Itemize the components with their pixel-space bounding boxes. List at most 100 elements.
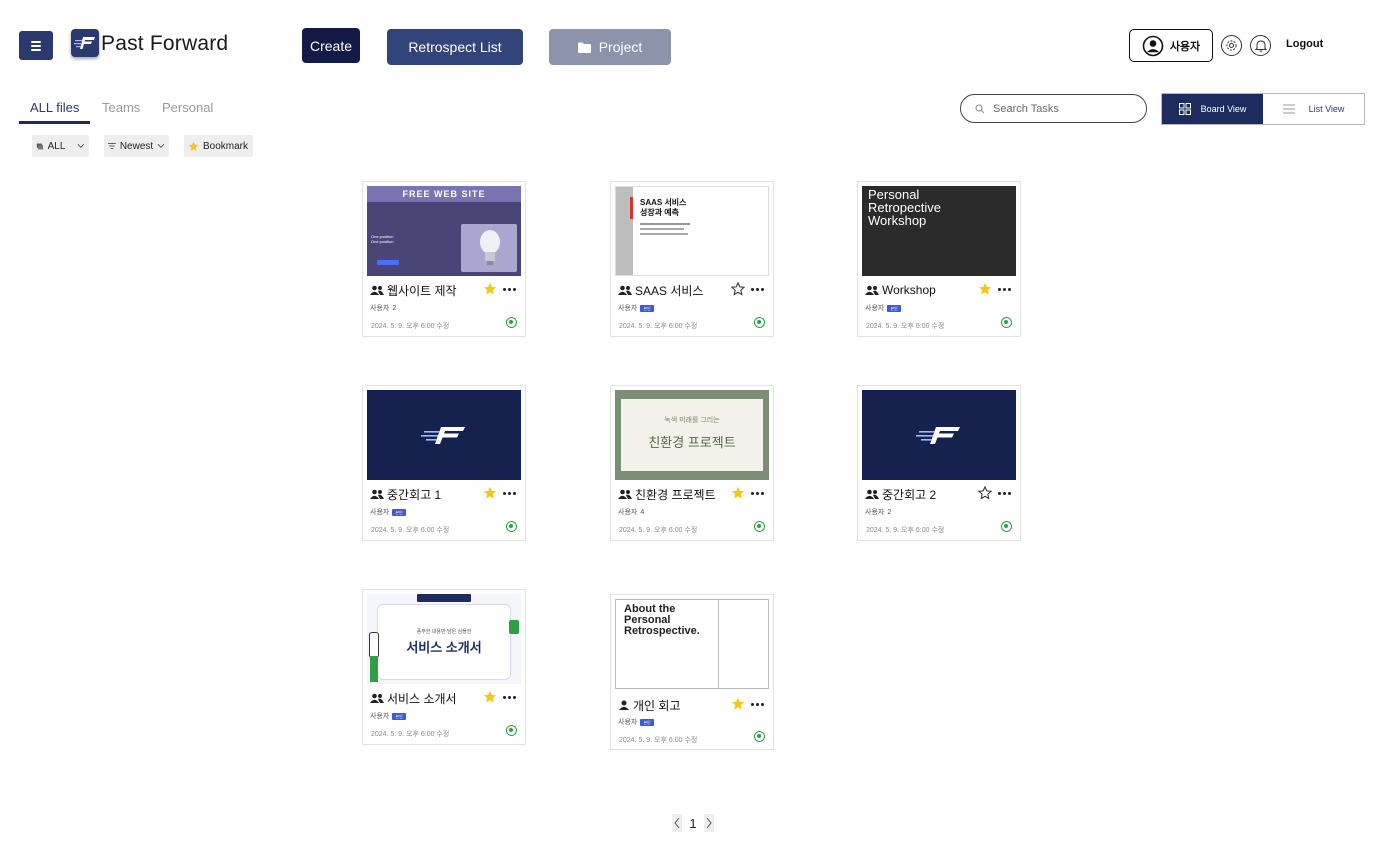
bell-icon	[1254, 40, 1267, 52]
thumbnail-subtitle: One position One position	[371, 234, 394, 244]
tab-teams[interactable]: Teams	[102, 100, 140, 115]
next-page-button[interactable]	[704, 814, 714, 832]
thumbnail-heading: About the Personal Retrospective.	[624, 603, 700, 637]
app-title: Past Forward	[101, 32, 229, 55]
folder-icon	[577, 42, 591, 53]
project-card[interactable]: SAAS 서비스 성장과 예측 SAAS 서비스 사용자 본인 2024. 5. …	[610, 181, 774, 337]
progress-status-icon	[754, 317, 765, 328]
progress-status-icon	[506, 317, 517, 328]
project-button[interactable]: Project	[549, 29, 671, 65]
team-icon	[370, 693, 384, 703]
app-logo-icon[interactable]	[71, 29, 99, 57]
notifications-button[interactable]	[1250, 35, 1271, 56]
project-card[interactable]: 중간회고 2 사용자 2 2024. 5. 9. 오후 6:00 수정	[857, 385, 1021, 541]
owner-badge: 본인	[640, 304, 654, 312]
menu-icon-bar	[31, 44, 41, 47]
tab-personal[interactable]: Personal	[162, 100, 213, 115]
more-options-icon[interactable]	[998, 287, 1011, 291]
card-thumbnail: 녹색 미래를 그리는 친환경 프로젝트	[615, 390, 769, 480]
project-card[interactable]: 녹색 미래를 그리는 친환경 프로젝트 친환경 프로젝트 사용자 4 2024. …	[610, 385, 774, 541]
list-view-button[interactable]: List View	[1263, 94, 1364, 124]
thumbnail-subtitle: 풍부한 내용만 담은 심플한	[416, 629, 472, 635]
card-owner: 사용자	[618, 509, 638, 516]
user-name: 사용자	[1169, 40, 1201, 53]
card-date: 2024. 5. 9. 오후 6:00 수정	[371, 731, 450, 738]
card-owner: 사용자	[865, 509, 885, 516]
menu-icon-bar	[31, 48, 41, 51]
chevron-down-icon	[77, 144, 85, 148]
board-view-button[interactable]: Board View	[1162, 94, 1263, 124]
card-owner: 사용자	[618, 719, 638, 726]
project-card[interactable]: FREE WEB SITE One position One position …	[362, 181, 526, 337]
card-title: Workshop	[882, 283, 936, 297]
list-icon	[1282, 104, 1295, 114]
menu-icon-bar	[31, 40, 41, 43]
settings-button[interactable]	[1221, 35, 1242, 56]
card-title: 중간회고 1	[387, 487, 442, 502]
card-title: 중간회고 2	[882, 487, 937, 502]
search-box[interactable]	[960, 94, 1147, 123]
bookmark-filter-button[interactable]: Bookmark	[184, 135, 253, 157]
progress-status-icon	[1001, 317, 1012, 328]
person-icon	[619, 700, 629, 710]
star-filled-icon[interactable]	[731, 486, 745, 500]
scope-filter-value: ALL	[47, 140, 66, 152]
project-card[interactable]: 중간회고 1 사용자 본인 2024. 5. 9. 오후 6:00 수정	[362, 385, 526, 541]
star-filled-icon[interactable]	[731, 697, 745, 711]
illustration-person	[509, 620, 519, 634]
prev-page-button[interactable]	[672, 814, 682, 832]
more-options-icon[interactable]	[998, 491, 1011, 495]
more-options-icon[interactable]	[751, 702, 764, 706]
star-filled-icon[interactable]	[483, 282, 497, 296]
board-view-label: Board View	[1200, 104, 1247, 114]
more-options-icon[interactable]	[503, 695, 516, 699]
project-card[interactable]: 풍부한 내용만 담은 심플한 서비스 소개서 서비스 소개서 사용자 본인 202…	[362, 589, 526, 745]
scope-filter-dropdown[interactable]: ALL	[32, 135, 89, 157]
card-title: 친환경 프로젝트	[635, 487, 716, 502]
card-date: 2024. 5. 9. 오후 6:00 수정	[619, 323, 698, 330]
chevron-left-icon	[674, 817, 680, 829]
star-filled-icon[interactable]	[978, 282, 992, 296]
search-input[interactable]	[993, 102, 1133, 115]
card-owner: 사용자	[865, 305, 885, 312]
star-outline-icon[interactable]	[978, 486, 992, 500]
star-filled-icon[interactable]	[483, 690, 497, 704]
team-icon	[618, 285, 632, 295]
more-options-icon[interactable]	[503, 491, 516, 495]
menu-button[interactable]	[19, 31, 53, 60]
card-thumbnail: About the Personal Retrospective.	[615, 599, 769, 689]
lightbulb-icon	[480, 230, 500, 265]
card-thumbnail: Personal Retropective Workshop	[862, 186, 1016, 276]
search-icon	[975, 104, 985, 113]
thumbnail-heading: FREE WEB SITE	[367, 186, 521, 202]
more-options-icon[interactable]	[751, 287, 764, 291]
project-button-label: Project	[598, 39, 643, 55]
page-number[interactable]: 1	[686, 816, 700, 831]
logout-button[interactable]: Logout	[1286, 38, 1323, 50]
gear-icon	[1226, 40, 1237, 51]
logo-mark-icon	[916, 427, 960, 444]
card-date: 2024. 5. 9. 오후 6:00 수정	[619, 737, 698, 744]
team-icon	[865, 489, 879, 499]
card-date: 2024. 5. 9. 오후 6:00 수정	[371, 527, 450, 534]
retrospect-list-button[interactable]: Retrospect List	[387, 29, 523, 65]
thumbnail-heading: 친환경 프로젝트	[648, 435, 736, 450]
progress-status-icon	[506, 725, 517, 736]
card-date: 2024. 5. 9. 오후 6:00 수정	[866, 323, 945, 330]
team-icon	[865, 285, 879, 295]
star-filled-icon[interactable]	[483, 486, 497, 500]
progress-status-icon	[754, 731, 765, 742]
more-options-icon[interactable]	[503, 287, 516, 291]
sort-dropdown[interactable]: Newest	[104, 135, 169, 157]
progress-status-icon	[1001, 521, 1012, 532]
project-card[interactable]: About the Personal Retrospective. 개인 회고 …	[610, 594, 774, 750]
create-button[interactable]: Create	[302, 28, 360, 63]
logo-mark-icon	[74, 37, 95, 49]
tab-all-files[interactable]: ALL files	[30, 100, 79, 115]
more-options-icon[interactable]	[751, 491, 764, 495]
user-profile-button[interactable]: 사용자	[1129, 29, 1213, 62]
card-thumbnail	[862, 390, 1016, 480]
card-owner: 사용자	[370, 713, 390, 720]
project-card[interactable]: Personal Retropective Workshop Workshop …	[857, 181, 1021, 337]
star-outline-icon[interactable]	[731, 282, 745, 296]
